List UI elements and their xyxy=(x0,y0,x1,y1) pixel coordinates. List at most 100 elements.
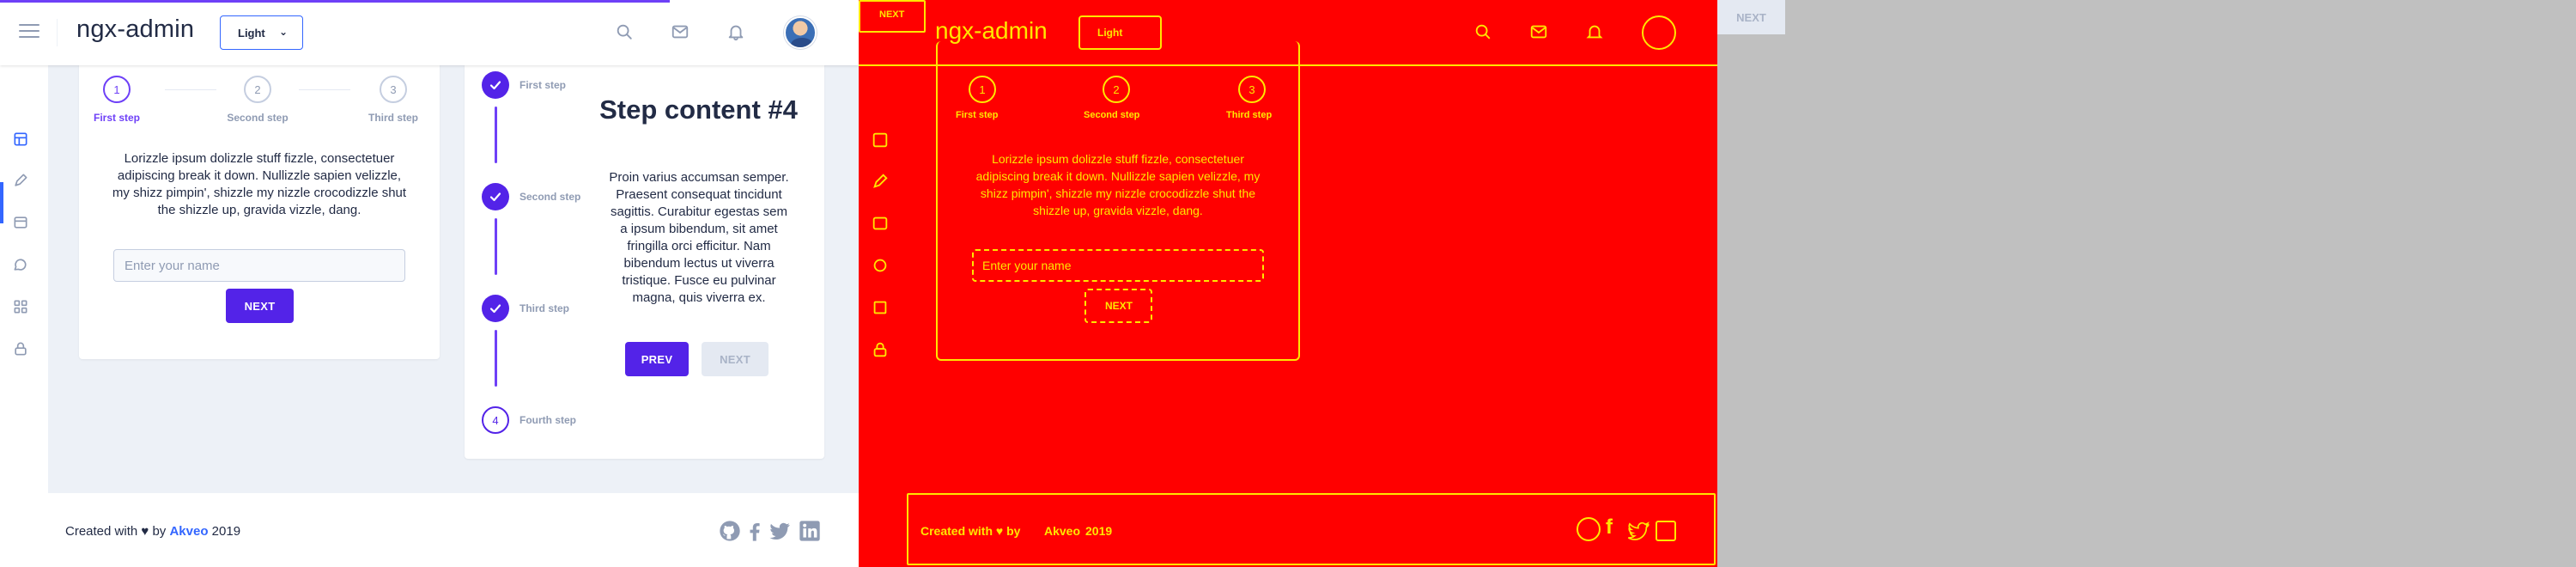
hstep-number: 2 xyxy=(244,76,271,103)
layout-icon[interactable] xyxy=(12,131,29,148)
search-icon[interactable] xyxy=(615,22,634,41)
footer-year: 2019 xyxy=(211,524,241,539)
hstep-label: Third step xyxy=(368,112,418,124)
email-icon[interactable] xyxy=(671,22,690,41)
vstep-connector xyxy=(495,330,497,387)
brand-logo[interactable]: ngx-admin xyxy=(76,15,194,44)
edge-hstep-number: 2 xyxy=(1113,82,1120,96)
next-button-disabled: NEXT xyxy=(702,342,769,376)
edge-footer-year: 2019 xyxy=(1085,524,1113,538)
akveo-link[interactable]: Akveo xyxy=(169,524,208,539)
edge-theme-value: Light xyxy=(1097,27,1123,39)
blank-pane: NEXT xyxy=(1717,0,2576,567)
vstep-label: Fourth step xyxy=(519,414,576,426)
edge-overlay-pane: NEXT ngx-admin Light 1 2 3 First step Se… xyxy=(859,0,1717,567)
next-button[interactable]: NEXT xyxy=(226,289,294,323)
hstep-label: First step xyxy=(93,112,140,124)
edge-avatar xyxy=(1642,15,1676,50)
edge-badge-text: NEXT xyxy=(879,9,905,20)
edge-footer-company: Akveo xyxy=(1044,524,1081,538)
step-connector xyxy=(299,89,350,90)
sidebar xyxy=(0,65,48,567)
hstep-number: 3 xyxy=(380,76,407,103)
hstep-label: Second step xyxy=(227,112,289,124)
horizontal-stepper-card: 1 First step 2 Second step 3 Third step … xyxy=(79,43,440,359)
header: ngx-admin Light ⌄ xyxy=(0,0,859,65)
edge-hstep-label: First step xyxy=(956,110,999,120)
vstep-1[interactable]: First step xyxy=(482,71,566,99)
edge-hstep-3: 3 xyxy=(1238,76,1266,103)
step-body-text: Lorizzle ipsum dolizzle stuff fizzle, co… xyxy=(112,151,407,217)
edge-twitter-icon xyxy=(1627,521,1649,540)
floating-next-button: NEXT xyxy=(1717,0,1785,34)
edge-hstep-label: Second step xyxy=(1084,110,1140,120)
theme-select-value: Light xyxy=(238,26,265,40)
check-icon xyxy=(482,295,509,322)
edge-github-icon xyxy=(1577,517,1601,541)
twitter-icon[interactable] xyxy=(768,519,792,543)
edge-bell-icon xyxy=(1586,25,1603,39)
edge-footer: Created with ♥ by Akveo 2019 f xyxy=(907,493,1716,565)
hstep-3[interactable]: 3 Third step xyxy=(359,76,428,124)
theme-select[interactable]: Light ⌄ xyxy=(220,15,303,50)
header-divider xyxy=(57,19,58,46)
edge-step-text: Lorizzle ipsum dolizzle stuff fizzle, co… xyxy=(975,152,1261,217)
edge-hstep-number: 3 xyxy=(1249,82,1255,96)
check-icon xyxy=(482,71,509,99)
chevron-down-icon: ⌄ xyxy=(278,26,288,38)
edit-icon[interactable] xyxy=(12,172,29,189)
sidebar-active-indicator xyxy=(0,182,3,223)
lock-icon[interactable] xyxy=(12,340,29,357)
edge-linkedin-icon xyxy=(1656,521,1676,541)
grid-icon[interactable] xyxy=(12,298,29,315)
hstep-2[interactable]: 2 Second step xyxy=(223,76,292,124)
edge-name-input: Enter your name xyxy=(972,249,1264,282)
linkedin-icon[interactable] xyxy=(798,519,822,543)
edge-next-badge: NEXT xyxy=(859,0,926,33)
vstep-3[interactable]: Third step xyxy=(482,295,569,322)
loading-bar xyxy=(0,0,670,3)
step-content-text: Proin varius accumsan semper. Praesent c… xyxy=(609,170,789,305)
user-avatar[interactable] xyxy=(784,16,817,49)
table-icon[interactable] xyxy=(12,214,29,231)
step-connector xyxy=(165,89,216,90)
edge-table-icon xyxy=(872,216,888,230)
edge-hstep-number: 1 xyxy=(979,82,986,96)
hstep-1[interactable]: 1 First step xyxy=(82,76,151,124)
edge-email-icon xyxy=(1530,25,1547,39)
edge-next-button: NEXT xyxy=(1084,289,1152,323)
menu-icon[interactable] xyxy=(19,24,39,40)
edge-facebook-icon: f xyxy=(1606,515,1613,539)
edge-lock-icon xyxy=(873,342,887,357)
edge-search-icon xyxy=(1475,24,1491,40)
vstep-label: First step xyxy=(519,79,567,91)
edge-grid-icon xyxy=(873,301,887,314)
vstep-connector xyxy=(495,218,497,275)
ngx-admin-window: ngx-admin Light ⌄ 1 First step 2 Second … xyxy=(0,0,859,567)
name-input[interactable] xyxy=(113,249,405,282)
footer-prefix: Created with ♥ by xyxy=(65,524,167,539)
vstep-label: Third step xyxy=(519,302,570,314)
vstep-number: 4 xyxy=(482,406,509,434)
vstep-2[interactable]: Second step xyxy=(482,183,580,210)
edge-hstep-label: Third step xyxy=(1226,110,1273,120)
edge-next-label: NEXT xyxy=(1105,300,1133,312)
edge-input-placeholder: Enter your name xyxy=(982,259,1072,272)
vstep-label: Second step xyxy=(519,191,581,203)
edge-layout-icon xyxy=(872,132,888,148)
vstep-connector xyxy=(495,107,497,163)
vstep-4[interactable]: 4 Fourth step xyxy=(482,406,576,434)
edge-hstep-2: 2 xyxy=(1103,76,1130,103)
prev-button[interactable]: PREV xyxy=(625,342,689,376)
edge-footer-prefix: Created with ♥ by xyxy=(920,524,1021,538)
edge-edit-icon xyxy=(873,174,888,188)
bell-icon[interactable] xyxy=(726,22,745,41)
step-content-title: Step content #4 xyxy=(599,94,798,125)
footer-credits: Created with ♥ by Akveo 2019 xyxy=(65,524,240,539)
github-icon[interactable] xyxy=(718,519,742,543)
vertical-stepper-card: First step Second step Third step 4 Four… xyxy=(465,43,824,459)
chat-icon[interactable] xyxy=(12,256,29,273)
facebook-icon[interactable] xyxy=(743,519,767,543)
check-icon xyxy=(482,183,509,210)
edge-hstep-1: 1 xyxy=(969,76,996,103)
